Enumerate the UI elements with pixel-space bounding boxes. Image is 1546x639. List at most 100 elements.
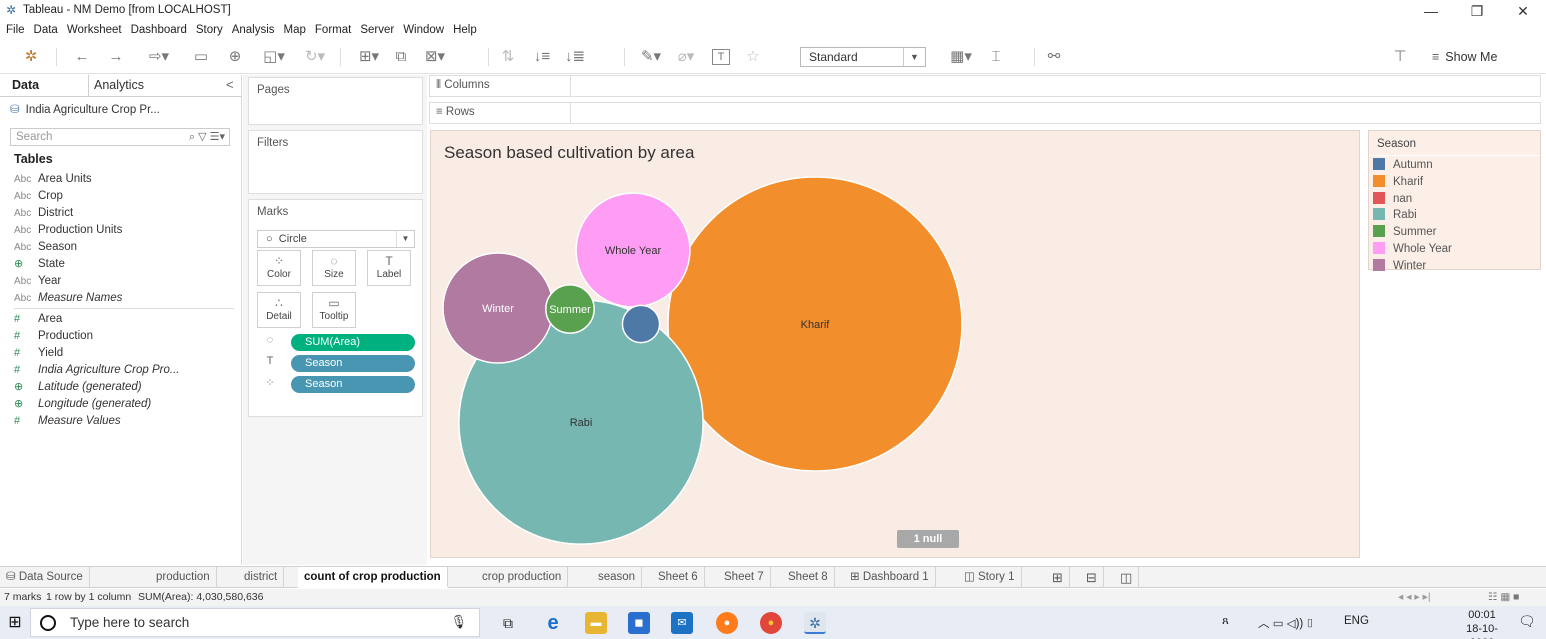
show-mark-labels-icon[interactable]: T [712, 49, 730, 65]
legend-item[interactable]: Summer [1373, 224, 1436, 240]
mark-detail-button[interactable]: ∴ Detail [257, 292, 301, 328]
share-icon[interactable]: ⚯ [1044, 48, 1064, 66]
tableau-taskbar-icon[interactable]: ✲ [804, 612, 826, 634]
people-icon[interactable]: ጸ [1222, 615, 1229, 628]
bubble-autumn[interactable] [621, 304, 661, 344]
legend-item[interactable]: Whole Year [1373, 241, 1452, 257]
mark-color-button[interactable]: ⁘ Color [257, 250, 301, 286]
sheet-tab[interactable]: season [592, 567, 643, 588]
sheet-tab[interactable]: crop production [476, 567, 569, 588]
field-item[interactable]: Abc Measure Names [14, 290, 122, 306]
null-indicator[interactable]: 1 null [897, 530, 959, 548]
mark-tooltip-button[interactable]: ▭ Tooltip [312, 292, 356, 328]
filters-card[interactable]: Filters [248, 130, 423, 194]
menu-dashboard[interactable]: Dashboard [131, 24, 187, 36]
field-item[interactable]: Abc Production Units [14, 222, 122, 238]
highlight-icon[interactable]: ✎▾ [636, 48, 666, 66]
notifications-icon[interactable]: 🗨 [1518, 613, 1536, 630]
language-indicator[interactable]: ENG [1344, 615, 1369, 627]
menu-analysis[interactable]: Analysis [232, 24, 275, 36]
new-datasource-icon[interactable]: ⊕ [226, 48, 244, 66]
sort-ascending-icon[interactable]: ↓≡ [532, 48, 552, 66]
edge-icon[interactable]: e [542, 612, 564, 634]
field-item[interactable]: # India Agriculture Crop Pro... [14, 362, 179, 378]
search-tools[interactable]: ⌕ ▽ ☰▾ [189, 129, 225, 145]
firefox-icon[interactable]: ● [716, 612, 738, 634]
field-item[interactable]: # Area [14, 311, 62, 327]
field-pill[interactable]: Season [291, 355, 415, 372]
field-item[interactable]: ⊕ Longitude (generated) [14, 396, 151, 412]
show-me-button[interactable]: ≡ Show Me [1432, 48, 1497, 66]
columns-shelf[interactable]: ⦀ Columns [429, 75, 1541, 97]
maximize-button[interactable]: ❐ [1454, 0, 1500, 22]
legend-item[interactable]: Winter [1373, 258, 1426, 274]
new-worksheet-icon[interactable]: ⊞▾ [352, 48, 386, 66]
close-button[interactable]: ✕ [1500, 0, 1546, 22]
sheet-tab[interactable]: Sheet 8 [782, 567, 835, 588]
pause-updates-icon[interactable]: ◱▾ [258, 48, 290, 66]
menu-story[interactable]: Story [196, 24, 223, 36]
fix-axes-icon[interactable]: ☆ [744, 48, 762, 66]
clear-sheet-icon[interactable]: ⊠▾ [418, 48, 452, 66]
field-search-input[interactable]: Search ⌕ ▽ ☰▾ [10, 128, 230, 146]
field-item[interactable]: # Yield [14, 345, 63, 361]
mark-size-button[interactable]: ◌ Size [312, 250, 356, 286]
viz-canvas[interactable]: Season based cultivation by area Kharif R… [430, 130, 1360, 558]
refresh-icon[interactable]: ↻▾ [298, 48, 332, 66]
tableau-home-icon[interactable]: ✲ [22, 48, 40, 66]
store-icon[interactable]: ◼ [628, 612, 650, 634]
save-icon[interactable]: ▭ [192, 48, 210, 66]
task-view-icon[interactable]: ⧉ [497, 612, 519, 634]
menu-data[interactable]: Data [34, 24, 58, 36]
sheet-tab[interactable]: district [238, 567, 285, 588]
sheet-view-icons[interactable]: ☷ ▦ ■ [1488, 591, 1520, 603]
menu-server[interactable]: Server [360, 24, 394, 36]
sheet-tab[interactable]: ⊞ Dashboard 1 [844, 567, 936, 588]
new-worksheet-icon[interactable]: ⊞ [1046, 567, 1070, 588]
menu-window[interactable]: Window [403, 24, 444, 36]
field-item[interactable]: ⊕ Latitude (generated) [14, 379, 142, 395]
field-item[interactable]: Abc Area Units [14, 171, 92, 187]
legend-item[interactable]: Rabi [1373, 207, 1417, 223]
sheet-nav-icons[interactable]: ◂ ◂ ▸ ▸| [1398, 591, 1431, 603]
sheet-tab[interactable]: production [150, 567, 217, 588]
new-dashboard-icon[interactable]: ⊟ [1080, 567, 1104, 588]
menu-help[interactable]: Help [453, 24, 477, 36]
presentation-mode-icon[interactable]: ⌶ [986, 48, 1006, 66]
field-item[interactable]: Abc Crop [14, 188, 63, 204]
sheet-tab[interactable]: count of crop production [298, 567, 448, 588]
minimize-button[interactable]: — [1408, 0, 1454, 22]
microphone-icon[interactable]: 🎙 [450, 614, 467, 630]
field-item[interactable]: Abc District [14, 205, 73, 221]
mail-icon[interactable]: ✉ [671, 612, 693, 634]
tab-analytics[interactable]: Analytics [94, 78, 144, 92]
new-story-icon[interactable]: ◫ [1114, 567, 1140, 588]
rows-shelf[interactable]: ≡ Rows [429, 102, 1541, 124]
sheet-tab[interactable]: ◫ Story 1 [958, 567, 1022, 588]
menu-file[interactable]: File [6, 24, 25, 36]
redo-icon[interactable]: → [106, 48, 126, 66]
mark-label-button[interactable]: T Label [367, 250, 411, 286]
field-item[interactable]: # Production [14, 328, 93, 344]
field-item[interactable]: ⊕ State [14, 256, 65, 272]
menu-map[interactable]: Map [284, 24, 306, 36]
group-members-icon[interactable]: ⌀▾ [670, 48, 702, 66]
collapse-pane-button[interactable]: < [226, 77, 234, 92]
mark-type-select[interactable]: ○ Circle ▼ [257, 230, 415, 248]
windows-start-icon[interactable]: ⊞ [0, 606, 30, 639]
sheet-tab[interactable]: Sheet 6 [652, 567, 705, 588]
datasource-item[interactable]: ⛁ India Agriculture Crop Pr... [10, 102, 160, 116]
tray-icons[interactable]: ︿ ▭ ◁)) ⌷ [1258, 615, 1313, 631]
sheet-tab[interactable]: ⛁ Data Source [0, 567, 90, 588]
clock[interactable]: 00:01 18-10-2023 [1456, 608, 1508, 639]
duplicate-sheet-icon[interactable]: ⧉ [391, 48, 411, 66]
chrome-icon[interactable]: ● [760, 612, 782, 634]
field-pill[interactable]: SUM(Area) [291, 334, 415, 351]
undo-icon[interactable]: ← [72, 48, 92, 66]
taskbar-search-input[interactable]: Type here to search 🎙 [30, 608, 480, 637]
cards-view-icon[interactable]: ▦▾ [944, 48, 978, 66]
field-item[interactable]: Abc Year [14, 273, 61, 289]
file-explorer-icon[interactable]: ▬ [585, 612, 607, 634]
sheet-tab[interactable]: Sheet 7 [718, 567, 771, 588]
pin-icon[interactable]: ⊤ [1390, 48, 1410, 66]
